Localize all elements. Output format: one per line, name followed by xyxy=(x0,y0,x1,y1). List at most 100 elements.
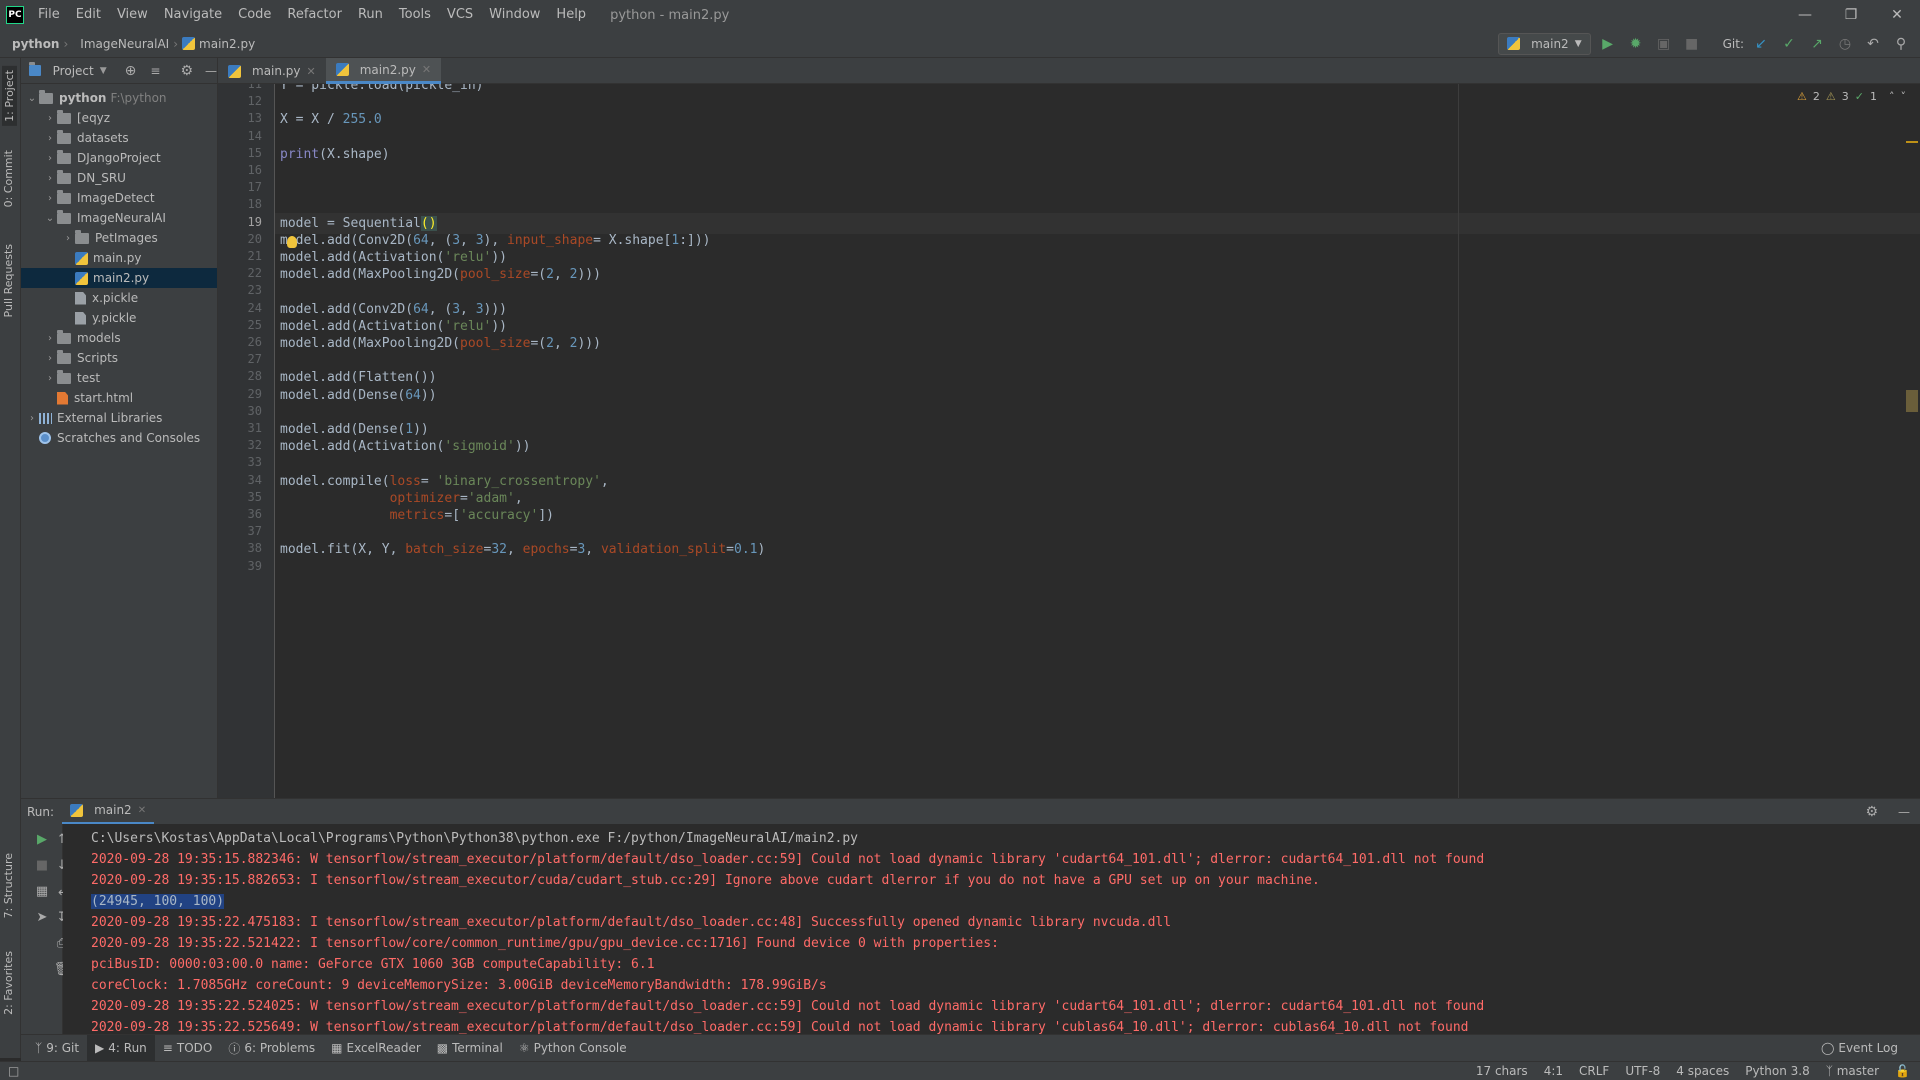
chevron-right-icon[interactable]: › xyxy=(43,353,57,364)
warning-stripe-marker[interactable] xyxy=(1906,410,1918,412)
menu-navigate[interactable]: Navigate xyxy=(156,0,230,30)
rollback-icon[interactable]: ↶ xyxy=(1862,33,1884,55)
close-icon[interactable]: ✕ xyxy=(422,63,431,76)
gear-icon[interactable]: ⚙ xyxy=(1865,804,1878,820)
line-number[interactable]: 29 xyxy=(248,387,262,401)
hide-panel-icon[interactable]: — xyxy=(205,64,217,78)
chevron-right-icon[interactable]: › xyxy=(43,133,57,144)
menu-vcs[interactable]: VCS xyxy=(439,0,481,30)
tree-item[interactable]: y.pickle xyxy=(21,308,217,328)
menu-help[interactable]: Help xyxy=(548,0,594,30)
line-number[interactable]: 31 xyxy=(248,421,262,435)
code-line[interactable]: model.add(MaxPooling2D(pool_size=(2, 2))… xyxy=(280,264,601,285)
line-number[interactable]: 36 xyxy=(248,507,262,521)
console-line[interactable]: 2020-09-28 19:35:22.525649: W tensorflow… xyxy=(91,1017,1469,1034)
breadcrumb-folder[interactable]: ImageNeuralAI xyxy=(68,37,173,51)
history-icon[interactable]: ◷ xyxy=(1834,33,1856,55)
line-number[interactable]: 24 xyxy=(248,301,262,315)
close-window-icon[interactable]: ✕ xyxy=(1874,0,1920,30)
run-console[interactable]: C:\Users\Kostas\AppData\Local\Programs\P… xyxy=(63,824,1920,1034)
tree-item[interactable]: › External Libraries xyxy=(21,408,217,428)
gear-icon[interactable]: ⚙ xyxy=(180,63,193,79)
tree-item[interactable]: › Scripts xyxy=(21,348,217,368)
warning-stripe-marker[interactable] xyxy=(1906,141,1918,143)
line-number[interactable]: 25 xyxy=(248,318,262,332)
bottom-tab[interactable]: ⚛ Python Console xyxy=(511,1035,635,1062)
chevron-right-icon[interactable]: › xyxy=(43,373,57,384)
tree-item[interactable]: main2.py xyxy=(21,268,217,288)
run-icon[interactable]: ▶ xyxy=(1597,33,1619,55)
line-number[interactable]: 15 xyxy=(248,146,262,160)
pin-icon[interactable]: ➤ xyxy=(33,910,51,925)
code-line[interactable]: print(X.shape) xyxy=(280,144,390,165)
toggle-tool-windows-icon[interactable]: □ xyxy=(8,1064,19,1078)
stop-icon[interactable]: ■ xyxy=(33,858,51,873)
line-number[interactable]: 18 xyxy=(248,197,262,211)
line-number[interactable]: 26 xyxy=(248,335,262,349)
bottom-tab[interactable]: ᛉ 9: Git xyxy=(27,1035,87,1062)
git-push-icon[interactable]: ↗ xyxy=(1806,33,1828,55)
file-encoding[interactable]: UTF-8 xyxy=(1625,1064,1660,1078)
bottom-tab[interactable]: ⓘ 6: Problems xyxy=(220,1035,323,1062)
line-number[interactable]: 28 xyxy=(248,369,262,383)
line-number[interactable]: 19 xyxy=(248,215,262,229)
console-line[interactable]: 2020-09-28 19:35:15.882653: I tensorflow… xyxy=(91,870,1320,891)
line-number[interactable]: 12 xyxy=(248,94,262,108)
line-number[interactable]: 32 xyxy=(248,438,262,452)
tree-item[interactable]: › DN_SRU xyxy=(21,168,217,188)
chevron-down-icon[interactable]: ▼ xyxy=(100,66,107,76)
tree-root[interactable]: ⌄ python F:\python xyxy=(21,88,217,108)
tree-item[interactable]: Scratches and Consoles xyxy=(21,428,217,448)
line-number[interactable]: 14 xyxy=(248,129,262,143)
debug-icon[interactable]: ✹ xyxy=(1625,33,1647,55)
console-line[interactable]: (24945, 100, 100) xyxy=(91,891,225,912)
git-commit-icon[interactable]: ✓ xyxy=(1778,33,1800,55)
code-line[interactable]: model.add(Activation('sigmoid')) xyxy=(280,436,530,457)
line-number[interactable]: 37 xyxy=(248,524,262,538)
git-update-icon[interactable]: ↙ xyxy=(1750,33,1772,55)
collapse-all-icon[interactable]: ≡ xyxy=(150,64,160,78)
tree-item[interactable]: main.py xyxy=(21,248,217,268)
commit-tool-tab[interactable]: 0: Commit xyxy=(2,150,15,207)
line-number[interactable]: 38 xyxy=(248,541,262,555)
menu-view[interactable]: View xyxy=(109,0,156,30)
coverage-icon[interactable]: ▣ xyxy=(1653,33,1675,55)
chevron-right-icon[interactable]: › xyxy=(43,333,57,344)
breadcrumb-project[interactable]: python xyxy=(0,37,63,51)
python-interpreter[interactable]: Python 3.8 xyxy=(1745,1064,1810,1078)
pull-requests-tool-tab[interactable]: Pull Requests xyxy=(2,244,15,317)
console-line[interactable]: 2020-09-28 19:35:22.521422: I tensorflow… xyxy=(91,933,999,954)
tree-item[interactable]: › models xyxy=(21,328,217,348)
chevron-right-icon[interactable]: › xyxy=(43,193,57,204)
chevron-down-icon[interactable]: ⌄ xyxy=(43,213,57,224)
code-line[interactable]: metrics=['accuracy']) xyxy=(280,505,554,526)
menu-file[interactable]: File xyxy=(30,0,68,30)
tree-item[interactable]: › test xyxy=(21,368,217,388)
line-separator[interactable]: CRLF xyxy=(1579,1064,1609,1078)
line-number[interactable]: 39 xyxy=(248,559,262,573)
warning-stripe-marker[interactable] xyxy=(1906,390,1918,392)
menu-edit[interactable]: Edit xyxy=(68,0,109,30)
chevron-right-icon[interactable]: › xyxy=(25,413,39,424)
minimize-icon[interactable]: — xyxy=(1782,0,1828,30)
menu-window[interactable]: Window xyxy=(481,0,548,30)
line-number[interactable]: 16 xyxy=(248,163,262,177)
chevron-right-icon[interactable]: › xyxy=(43,113,57,124)
editor-tab[interactable]: main2.py ✕ xyxy=(325,58,442,84)
chevron-right-icon[interactable]: › xyxy=(43,153,57,164)
menu-code[interactable]: Code xyxy=(230,0,279,30)
rerun-icon[interactable]: ▶ xyxy=(33,832,51,847)
project-view-select[interactable]: Project xyxy=(53,64,94,78)
console-line[interactable]: C:\Users\Kostas\AppData\Local\Programs\P… xyxy=(91,828,858,849)
chevron-up-icon[interactable]: ˄ xyxy=(1889,90,1895,103)
menu-run[interactable]: Run xyxy=(350,0,391,30)
run-configuration-select[interactable]: main2 ▼ xyxy=(1498,32,1591,55)
breadcrumb-file[interactable]: main2.py xyxy=(197,37,259,51)
search-everywhere-icon[interactable]: ⚲ xyxy=(1890,33,1912,55)
tree-item[interactable]: start.html xyxy=(21,388,217,408)
chevron-down-icon[interactable]: ⌄ xyxy=(25,93,39,104)
restore-icon[interactable]: ❐ xyxy=(1828,0,1874,30)
line-number[interactable]: 35 xyxy=(248,490,262,504)
line-number[interactable]: 13 xyxy=(248,111,262,125)
code-line[interactable]: X = X / 255.0 xyxy=(280,109,382,130)
